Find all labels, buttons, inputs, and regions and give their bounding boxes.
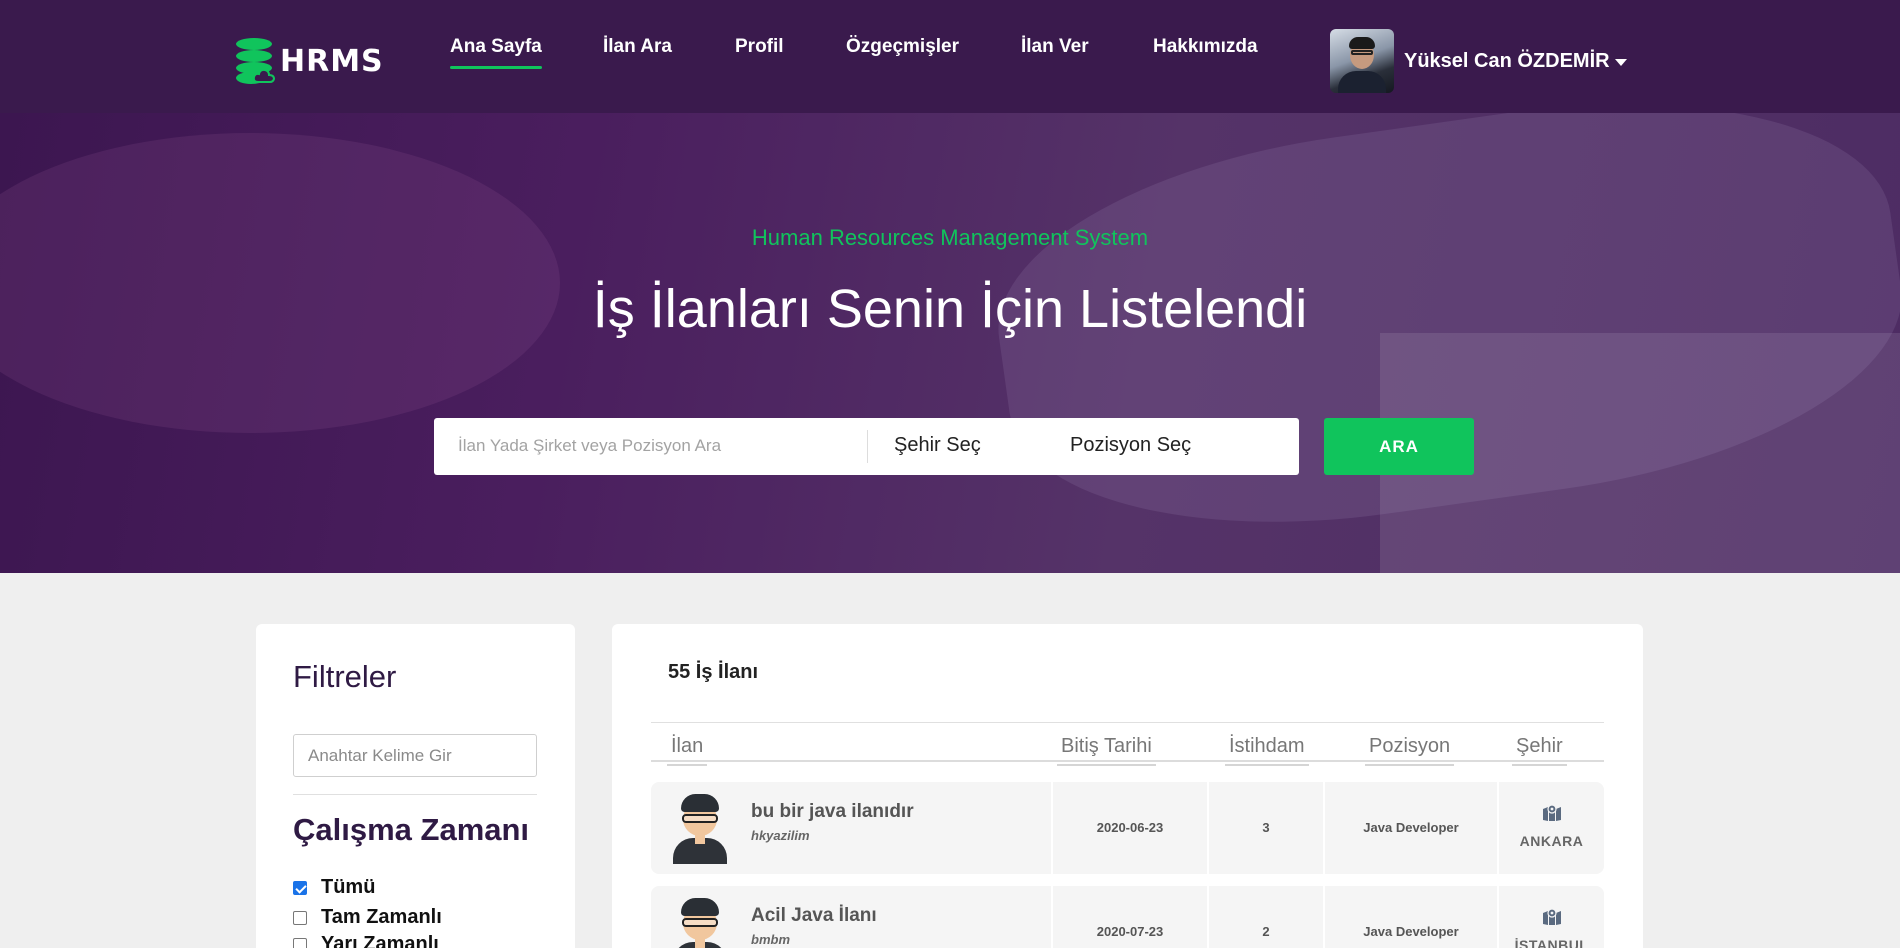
column-header-sehir[interactable]: Şehir — [1512, 735, 1567, 766]
end-date: 2020-06-23 — [1096, 820, 1164, 835]
search-bar: İlan Yada Şirket veya Pozisyon Ara Şehir… — [434, 418, 1299, 475]
job-company: hkyazilim — [751, 828, 810, 843]
nav-ilan-ara[interactable]: İlan Ara — [603, 36, 672, 58]
filter-option-label: Yarı Zamanlı — [321, 933, 439, 948]
city-select[interactable]: Şehir Seç — [894, 434, 981, 457]
user-name: Yüksel Can ÖZDEMİR — [1404, 49, 1610, 72]
filter-option-tumu[interactable]: Tümü — [293, 876, 375, 899]
city-cell: ANKARA — [1499, 782, 1604, 874]
position: Java Developer — [1363, 820, 1459, 835]
keyword-placeholder: Anahtar Kelime Gir — [308, 746, 452, 765]
user-menu[interactable]: Yüksel Can ÖZDEMİR — [1330, 29, 1627, 93]
position-select[interactable]: Pozisyon Seç — [1070, 434, 1191, 457]
logo-text: HRMS — [280, 43, 384, 79]
checkbox[interactable] — [293, 910, 307, 925]
column-header-istihdam[interactable]: İstihdam — [1225, 735, 1309, 766]
end-date: 2020-07-23 — [1096, 924, 1164, 939]
position-cell: Java Developer — [1325, 782, 1497, 874]
map-marker-icon — [1543, 804, 1561, 821]
table-row[interactable]: bu bir java ilanıdır hkyazilim 2020-06-2… — [651, 782, 1604, 874]
job-cell: bu bir java ilanıdır hkyazilim — [651, 782, 1051, 874]
employment-count: 3 — [1262, 820, 1270, 835]
nav-hakkimizda[interactable]: Hakkımızda — [1153, 36, 1258, 58]
divider — [293, 794, 537, 795]
filter-option-label: Tam Zamanlı — [321, 906, 442, 928]
avatar — [1330, 29, 1394, 93]
job-title[interactable]: Acil Java İlanı — [751, 905, 877, 927]
employment-cell: 3 — [1209, 782, 1323, 874]
column-header-ilan[interactable]: İlan — [666, 735, 708, 766]
job-list-panel: 55 İş İlanı İlan Bitiş Tarihi İstihdam P… — [612, 624, 1643, 948]
nav-ozgecmisler[interactable]: Özgeçmişler — [846, 36, 959, 58]
work-time-title: Çalışma Zamanı — [293, 812, 530, 847]
employment-cell: 2 — [1209, 886, 1323, 948]
end-date-cell: 2020-06-23 — [1053, 782, 1207, 874]
column-header-pozisyon[interactable]: Pozisyon — [1364, 735, 1455, 766]
job-cell: Acil Java İlanı bmbm — [651, 886, 1051, 948]
column-header-bitis-tarihi[interactable]: Bitiş Tarihi — [1057, 735, 1156, 766]
filters-panel: Filtreler Anahtar Kelime Gir Çalışma Zam… — [256, 624, 575, 948]
table-row[interactable]: Acil Java İlanı bmbm 2020-07-23 2 Java D… — [651, 886, 1604, 948]
nav-profil[interactable]: Profil — [735, 36, 784, 58]
company-avatar — [671, 898, 729, 948]
job-title[interactable]: bu bir java ilanıdır — [751, 801, 914, 823]
city: İSTANBUL — [1514, 937, 1589, 948]
map-marker-icon — [1543, 908, 1561, 925]
filter-option-label: Tümü — [321, 876, 376, 898]
hero-title: İş İlanları Senin İçin Listelendi — [592, 279, 1308, 339]
hero-subtitle: Human Resources Management System — [751, 225, 1149, 250]
table-header: İlan Bitiş Tarihi İstihdam Pozisyon Şehi… — [651, 722, 1604, 766]
end-date-cell: 2020-07-23 — [1053, 886, 1207, 948]
filter-option-tam-zamanli[interactable]: Tam Zamanlı — [293, 906, 442, 929]
checkbox[interactable] — [293, 937, 307, 948]
hero-section: Human Resources Management System İş İla… — [0, 113, 1900, 573]
city-cell: İSTANBUL — [1499, 886, 1604, 948]
job-count: 55 İş İlanı — [668, 661, 759, 683]
nav-ilan-ver[interactable]: İlan Ver — [1021, 36, 1089, 58]
filters-title: Filtreler — [293, 659, 397, 694]
keyword-input[interactable]: Anahtar Kelime Gir — [293, 734, 537, 777]
search-button[interactable]: ARA — [1324, 418, 1474, 475]
employment-count: 2 — [1262, 924, 1270, 939]
database-cloud-icon — [234, 38, 276, 84]
divider — [867, 430, 868, 463]
company-avatar — [671, 794, 729, 864]
job-company: bmbm — [751, 932, 790, 947]
logo[interactable]: HRMS — [234, 38, 384, 84]
checkbox[interactable] — [293, 880, 307, 895]
position: Java Developer — [1363, 924, 1459, 939]
caret-down-icon — [1614, 58, 1627, 66]
nav-ana-sayfa[interactable]: Ana Sayfa — [450, 36, 542, 69]
search-input[interactable]: İlan Yada Şirket veya Pozisyon Ara — [458, 436, 721, 456]
filter-option-yari-zamanli[interactable]: Yarı Zamanlı — [293, 933, 439, 948]
position-cell: Java Developer — [1325, 886, 1497, 948]
navbar: HRMS Ana Sayfa İlan Ara Profil Özgeçmişl… — [0, 0, 1900, 113]
city: ANKARA — [1519, 833, 1584, 849]
